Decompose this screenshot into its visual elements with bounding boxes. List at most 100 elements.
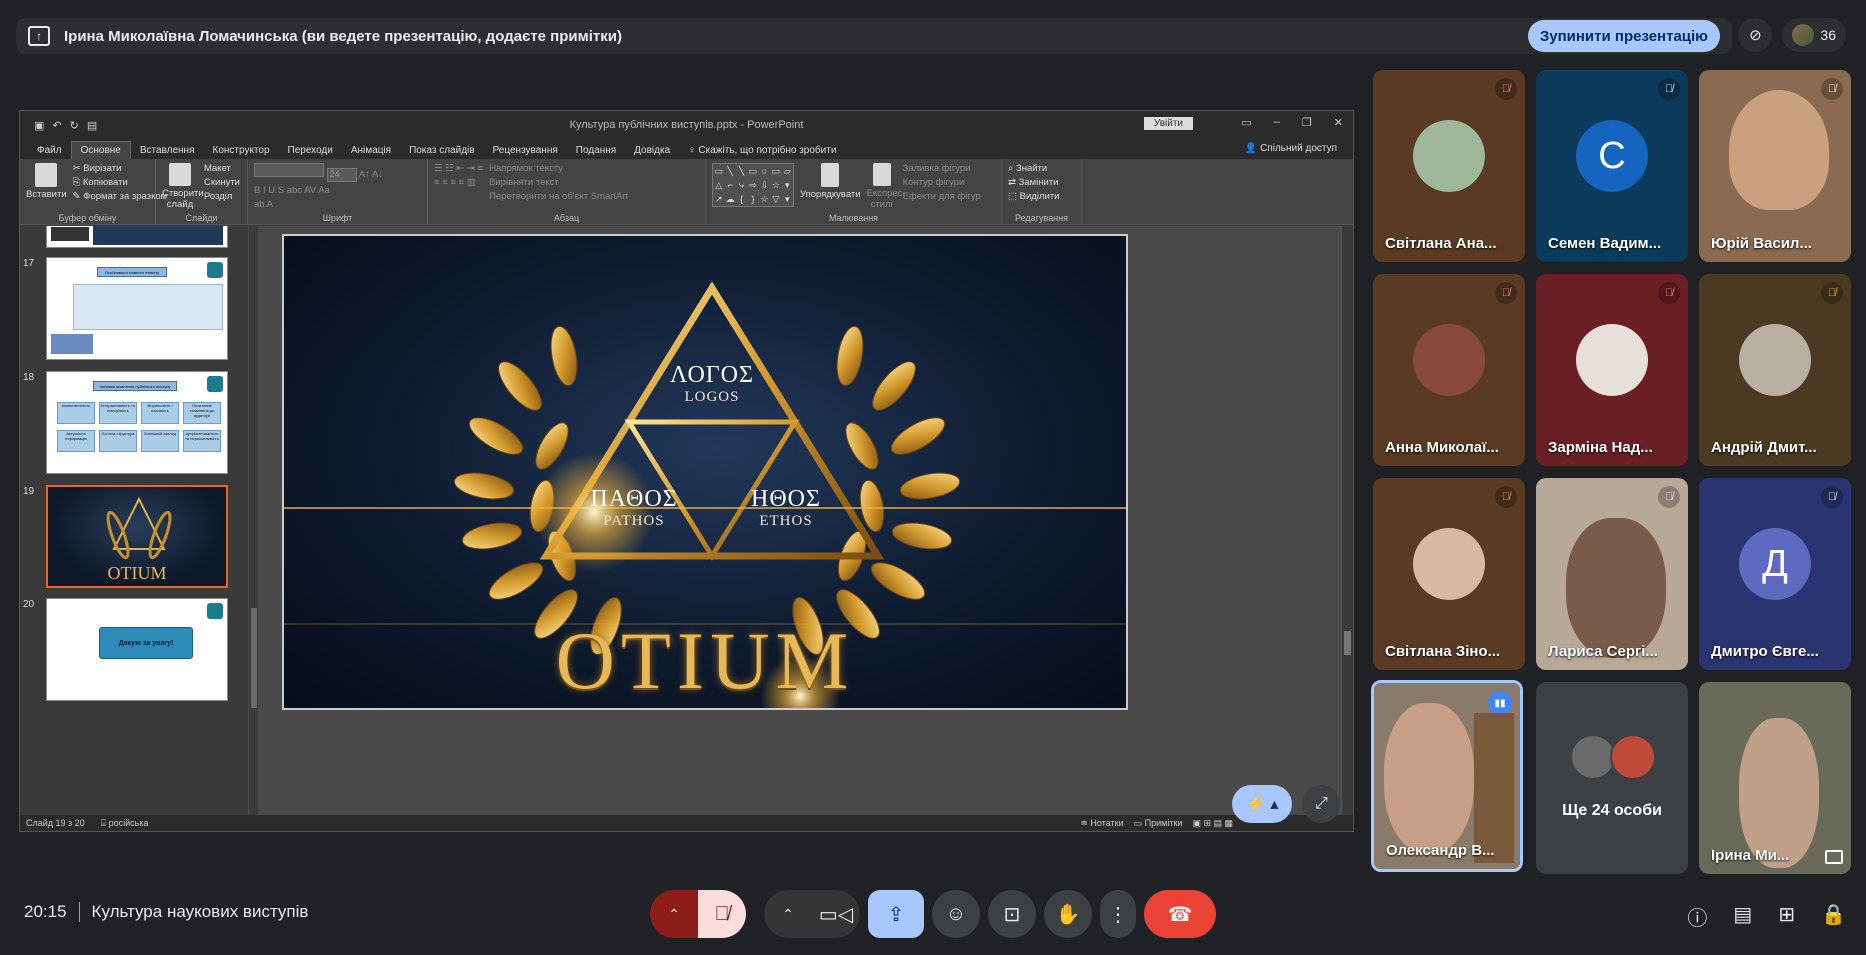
participant-tile[interactable]: 🎙̸ Зарміна Над...: [1536, 274, 1688, 466]
undo-icon[interactable]: ↶: [52, 119, 61, 132]
logo-badge-icon: [207, 376, 223, 392]
participant-tile[interactable]: 🎙̸ С Семен Вадим...: [1536, 70, 1688, 262]
save-icon[interactable]: ▣: [34, 119, 44, 132]
tab-view[interactable]: Подання: [567, 142, 625, 159]
font-format-buttons[interactable]: B I U S abc AV Aa: [254, 185, 383, 196]
language-indicator[interactable]: ⌸ російська: [101, 818, 149, 829]
participant-tile-active-speaker[interactable]: ▮▮ Олександр В...: [1371, 680, 1523, 872]
annotate-button[interactable]: ⚡ ▴: [1232, 785, 1293, 823]
font-size-box[interactable]: 24: [326, 168, 357, 182]
video-options-button[interactable]: ⌃: [764, 890, 812, 938]
ribbon-options-icon[interactable]: ▭: [1241, 116, 1251, 129]
view-buttons[interactable]: ▣ ⊞ ▤ ▦: [1192, 818, 1233, 829]
sign-in-button[interactable]: Увійти: [1143, 117, 1193, 130]
copy-button[interactable]: ⎘ Копіювати: [73, 177, 168, 188]
participant-tile[interactable]: Ірина Ми...: [1699, 682, 1851, 874]
slide-thumbnail-16[interactable]: [46, 226, 228, 248]
muted-mic-icon: 🎙̸: [1495, 78, 1517, 100]
minimize-icon[interactable]: –: [1274, 116, 1280, 129]
tab-transitions[interactable]: Переходи: [279, 142, 342, 159]
find-button[interactable]: ⌕ Знайти: [1008, 163, 1059, 174]
tab-animations[interactable]: Анімація: [342, 142, 400, 159]
raise-hand-button[interactable]: ✋: [1044, 890, 1092, 938]
tab-design[interactable]: Конструктор: [204, 142, 279, 159]
select-button[interactable]: ⬚ Виділити: [1008, 191, 1059, 202]
tab-review[interactable]: Рецензування: [484, 142, 567, 159]
participant-tile[interactable]: 🎙̸ Анна Миколаї...: [1373, 274, 1525, 466]
slide-scrollbar[interactable]: [1341, 226, 1353, 815]
scroll-thumb[interactable]: [1344, 631, 1351, 655]
tab-home[interactable]: Основне: [70, 141, 131, 159]
shape-fill-button[interactable]: Заливка фігури: [903, 163, 981, 174]
font-name-box[interactable]: [254, 163, 324, 177]
align-buttons[interactable]: ≡ ≡ ≡ ≡ ▥: [434, 177, 483, 188]
replace-button[interactable]: ⇄ Замінити: [1008, 177, 1059, 188]
font-color-buttons[interactable]: ab A: [254, 199, 383, 210]
paste-button[interactable]: Вставити: [26, 163, 67, 210]
more-options-button[interactable]: ⋮: [1100, 890, 1136, 938]
notes-button[interactable]: ≐ Нотатки: [1080, 818, 1123, 829]
tell-me-search[interactable]: ♀ Скажіть, що потрібно зробити: [679, 142, 845, 159]
video-feed: [1739, 718, 1819, 868]
emoji-button[interactable]: ☺: [932, 890, 980, 938]
tab-insert[interactable]: Вставлення: [131, 142, 204, 159]
logo-badge-icon: [207, 603, 223, 619]
comments-button[interactable]: ▭ Примітки: [1134, 818, 1183, 829]
new-slide-button[interactable]: Створити слайд: [162, 163, 204, 210]
thumb-otium-text: OTIUM: [107, 563, 167, 583]
arrange-button[interactable]: Упорядкувати: [800, 163, 861, 210]
shape-outline-button[interactable]: Контур фігури: [903, 177, 981, 188]
cut-button[interactable]: ✂ Вирізати: [73, 163, 168, 174]
participant-tile[interactable]: 🎙̸ Лариса Сергі...: [1536, 478, 1688, 670]
tab-slideshow[interactable]: Показ слайдів: [400, 142, 484, 159]
font-grow-icon[interactable]: A↑ A↓: [359, 169, 383, 180]
quick-styles-button[interactable]: Експрес-стилі: [867, 163, 906, 210]
slide-thumbnail-19[interactable]: OTIUM: [46, 485, 228, 588]
thumbnails-scrollbar[interactable]: [248, 226, 258, 815]
stop-presenting-button[interactable]: Зупинити презентацію: [1527, 20, 1720, 52]
info-icon[interactable]: ⓘ: [1687, 902, 1707, 931]
slide-thumbnail-20[interactable]: Дякую за увагу!: [46, 598, 228, 701]
tab-help[interactable]: Довідка: [625, 142, 679, 159]
list-buttons[interactable]: ☰ ☷ ⇤ ⇥ ≡: [434, 163, 483, 174]
mic-off-button[interactable]: 🎙̸: [698, 890, 746, 938]
slideshow-icon[interactable]: ▤: [87, 119, 97, 132]
leave-call-button[interactable]: ☎: [1144, 890, 1216, 938]
host-controls-icon[interactable]: 🔒: [1821, 902, 1846, 931]
scroll-thumb[interactable]: [251, 608, 257, 708]
close-icon[interactable]: ✕: [1334, 116, 1343, 129]
layout-button[interactable]: Макет: [204, 163, 240, 174]
shape-effects-button[interactable]: Ефекти для фігур: [903, 191, 981, 202]
slide-thumbnail-18[interactable]: Чинники мовлення публічного виступу Комп…: [46, 371, 228, 474]
participants-chip[interactable]: 36: [1782, 18, 1846, 52]
expand-icon[interactable]: ⤢: [1302, 785, 1341, 823]
smartart-button[interactable]: Перетворити на об'єкт SmartArt: [489, 191, 628, 202]
slide-thumbnails-pane[interactable]: 17 Особливості мовного етикету 18 Чинник…: [20, 226, 248, 815]
participant-tile[interactable]: 🎙̸ Світлана Зіно...: [1373, 478, 1525, 670]
format-painter-button[interactable]: ✎ Формат за зразком: [73, 191, 168, 202]
camera-button[interactable]: ▭◁: [812, 890, 860, 938]
section-button[interactable]: Розділ: [204, 191, 240, 202]
slide-thumbnail-17[interactable]: Особливості мовного етикету: [46, 257, 228, 360]
more-participants-tile[interactable]: Ще 24 особи: [1536, 682, 1688, 874]
participant-tile[interactable]: 🎙̸ Світлана Ана...: [1373, 70, 1525, 262]
tab-file[interactable]: Файл: [28, 142, 71, 159]
text-direction-button[interactable]: Напрямок тексту: [489, 163, 628, 174]
chat-icon[interactable]: ▤: [1733, 902, 1752, 931]
activities-icon[interactable]: ⊞: [1778, 902, 1795, 931]
present-button[interactable]: ⇪: [868, 890, 924, 938]
participant-tile[interactable]: 🎙̸ Юрій Васил...: [1699, 70, 1851, 262]
shapes-gallery[interactable]: ▭ ╲ ╲ ▭ ○ ▭ ▱ △ ⌐ ⤷ ⇨ ⇩ ☆ ▾ ↗ ☁{} ☆ ▽ ▾: [712, 163, 794, 207]
share-button[interactable]: 👤 Спільний доступ: [1245, 143, 1337, 154]
copy-label: Копіювати: [82, 177, 128, 188]
current-slide[interactable]: ΛΟΓΟΣ LOGOS ΠΑΘΟΣ PATHOS ΗΘΟΣ ETHOS OTIU…: [282, 234, 1128, 710]
reset-button[interactable]: Скинути: [204, 177, 240, 188]
hide-self-view-icon[interactable]: ⊘: [1738, 18, 1773, 52]
redo-icon[interactable]: ↻: [70, 119, 79, 132]
participant-tile[interactable]: 🎙̸ Д Дмитро Євге...: [1699, 478, 1851, 670]
maximize-icon[interactable]: ❐: [1302, 116, 1312, 129]
participant-tile[interactable]: 🎙̸ Андрій Дмит...: [1699, 274, 1851, 466]
audio-options-button[interactable]: ⌃: [650, 890, 698, 938]
captions-button[interactable]: ⊡: [988, 890, 1036, 938]
align-text-button[interactable]: Вирівняти текст: [489, 177, 628, 188]
